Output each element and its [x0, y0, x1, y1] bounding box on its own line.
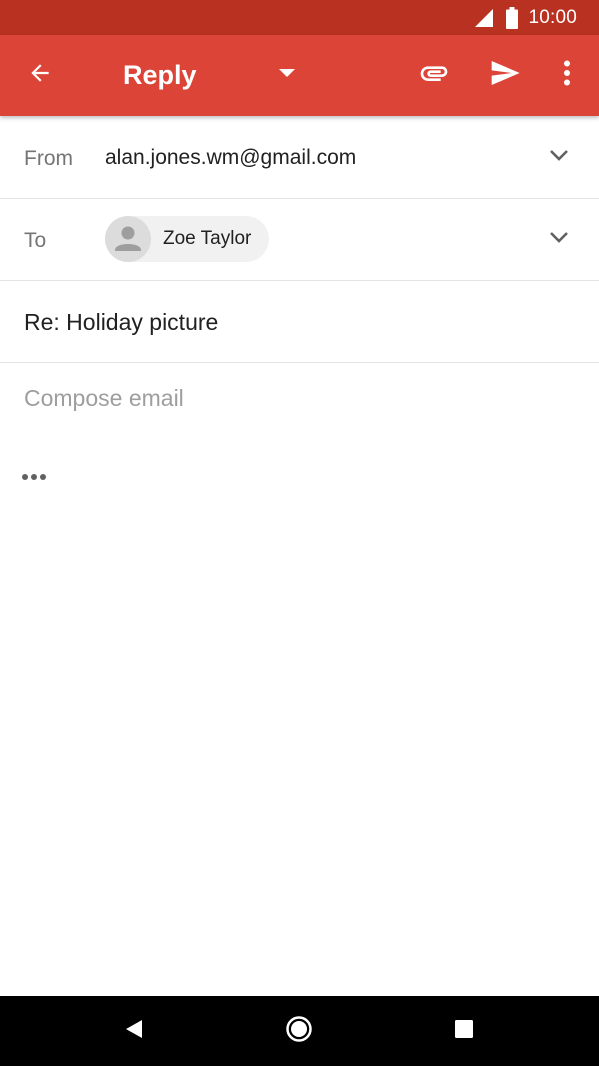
dot-icon [22, 474, 28, 480]
nav-recents-button[interactable] [440, 1007, 488, 1055]
compose-email-field[interactable]: Compose email [24, 385, 184, 412]
send-icon [489, 57, 521, 94]
from-row[interactable]: From alan.jones.wm@gmail.com [0, 116, 599, 199]
nav-recents-icon [455, 1019, 473, 1043]
person-icon [115, 226, 141, 251]
signal-icon [474, 8, 494, 28]
send-button[interactable] [481, 51, 529, 99]
back-button[interactable] [16, 51, 64, 99]
to-label: To [24, 229, 47, 252]
status-time: 10:00 [528, 6, 577, 28]
dot-icon [40, 474, 46, 480]
nav-back-icon [125, 1019, 143, 1044]
reply-mode-dropdown[interactable] [271, 55, 303, 95]
subject-row[interactable]: Re: Holiday picture [0, 281, 599, 363]
status-bar: 10:00 [0, 0, 599, 35]
attach-button[interactable] [410, 51, 458, 99]
from-label: From [24, 147, 73, 170]
nav-home-icon [285, 1015, 313, 1048]
to-expand-button[interactable] [545, 225, 573, 253]
page-title[interactable]: Reply [123, 59, 197, 91]
reply-screen: 10:00 Reply From alan.jones.wm@gmail.com… [0, 0, 599, 1066]
dropdown-arrow-icon [279, 66, 295, 84]
nav-back-button[interactable] [110, 1007, 158, 1055]
show-quoted-text-button[interactable] [22, 474, 46, 480]
from-expand-button[interactable] [545, 143, 573, 171]
more-options-button[interactable] [550, 51, 584, 99]
avatar [105, 216, 151, 262]
to-row[interactable]: To Zoe Taylor [0, 199, 599, 281]
recipient-chip[interactable]: Zoe Taylor [105, 216, 270, 262]
dot-icon [31, 474, 37, 480]
from-address[interactable]: alan.jones.wm@gmail.com [105, 146, 356, 170]
attachment-icon [418, 57, 450, 94]
more-vert-icon [563, 60, 571, 91]
battery-icon [506, 6, 519, 29]
app-bar: Reply [0, 35, 599, 116]
nav-home-button[interactable] [275, 1007, 323, 1055]
system-nav-bar [0, 996, 599, 1066]
recipient-name: Zoe Taylor [163, 228, 252, 249]
chevron-down-icon [549, 230, 569, 248]
back-arrow-icon [27, 60, 53, 91]
subject-field[interactable]: Re: Holiday picture [24, 309, 218, 336]
chevron-down-icon [549, 148, 569, 166]
